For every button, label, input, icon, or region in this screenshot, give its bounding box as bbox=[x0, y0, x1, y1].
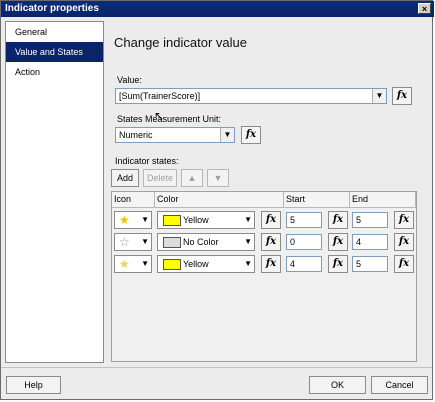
value-field-text: [Sum(TrainerScore)] bbox=[119, 91, 201, 101]
end-field[interactable]: 5 bbox=[352, 256, 388, 272]
color-swatch bbox=[163, 259, 181, 270]
table-row: ★ ▼ Yellow ▼ fx 4 fx 5 fx bbox=[112, 253, 418, 275]
add-button[interactable]: Add bbox=[111, 169, 139, 187]
color-fx-button[interactable]: fx bbox=[261, 233, 281, 251]
color-dropdown[interactable]: Yellow ▼ bbox=[157, 255, 255, 273]
unit-field-text: Numeric bbox=[119, 130, 153, 140]
star-outline-icon: ☆ bbox=[119, 235, 130, 249]
table-row: ★ ▼ Yellow ▼ fx 5 fx 5 fx bbox=[112, 209, 418, 231]
value-label: Value: bbox=[117, 75, 142, 85]
title-bar: Indicator properties × bbox=[1, 1, 434, 17]
close-button[interactable]: × bbox=[418, 3, 431, 14]
color-name: Yellow bbox=[183, 259, 209, 269]
icon-dropdown[interactable]: ☆ ▼ bbox=[114, 233, 152, 251]
start-fx-button[interactable]: fx bbox=[328, 211, 348, 229]
chevron-down-icon: ▼ bbox=[244, 237, 252, 246]
chevron-down-icon: ▼ bbox=[244, 215, 252, 224]
star-icon: ★ bbox=[119, 257, 130, 271]
ok-button[interactable]: OK bbox=[309, 376, 366, 394]
chevron-down-icon: ▼ bbox=[141, 237, 149, 246]
end-fx-button[interactable]: fx bbox=[394, 211, 414, 229]
sidebar-item-label: Action bbox=[15, 67, 41, 77]
color-name: No Color bbox=[183, 237, 219, 247]
color-dropdown[interactable]: No Color ▼ bbox=[157, 233, 255, 251]
chevron-down-icon: ▼ bbox=[141, 215, 149, 224]
value-fx-button[interactable]: fx bbox=[392, 87, 412, 105]
start-field[interactable]: 4 bbox=[286, 256, 322, 272]
unit-label: States Measurement Unit: bbox=[117, 114, 222, 124]
color-fx-button[interactable]: fx bbox=[261, 255, 281, 273]
color-swatch bbox=[163, 237, 181, 248]
states-label: Indicator states: bbox=[115, 156, 179, 166]
icon-dropdown[interactable]: ★ ▼ bbox=[114, 255, 152, 273]
help-button[interactable]: Help bbox=[6, 376, 61, 394]
chevron-down-icon[interactable]: ▼ bbox=[220, 128, 234, 142]
dialog-footer: Help OK Cancel bbox=[1, 367, 432, 400]
sidebar: General Value and States Action bbox=[5, 21, 104, 363]
close-icon: × bbox=[421, 4, 428, 14]
sidebar-item-label: Value and States bbox=[15, 47, 83, 57]
end-field[interactable]: 4 bbox=[352, 234, 388, 250]
page-title: Change indicator value bbox=[114, 35, 247, 50]
end-field[interactable]: 5 bbox=[352, 212, 388, 228]
column-header-end: End bbox=[350, 192, 416, 208]
start-field[interactable]: 0 bbox=[286, 234, 322, 250]
start-fx-button[interactable]: fx bbox=[328, 233, 348, 251]
icon-dropdown[interactable]: ★ ▼ bbox=[114, 211, 152, 229]
sidebar-item-action[interactable]: Action bbox=[6, 62, 103, 82]
mouse-cursor-icon: ↖ bbox=[154, 109, 165, 123]
start-field[interactable]: 5 bbox=[286, 212, 322, 228]
states-grid: Icon Color Start End ★ ▼ Yellow ▼ fx 5 f… bbox=[111, 191, 417, 362]
unit-fx-button[interactable]: fx bbox=[241, 126, 261, 144]
color-name: Yellow bbox=[183, 215, 209, 225]
table-row: ☆ ▼ No Color ▼ fx 0 fx 4 fx bbox=[112, 231, 418, 253]
column-header-icon: Icon bbox=[112, 192, 155, 208]
arrow-down-icon: ▼ bbox=[213, 173, 223, 183]
color-dropdown[interactable]: Yellow ▼ bbox=[157, 211, 255, 229]
end-fx-button[interactable]: fx bbox=[394, 233, 414, 251]
value-combo[interactable]: [Sum(TrainerScore)] ▼ bbox=[115, 88, 387, 104]
color-swatch bbox=[163, 215, 181, 226]
main-panel: Change indicator value Value: [Sum(Train… bbox=[107, 21, 426, 363]
sidebar-item-label: General bbox=[15, 27, 48, 37]
chevron-down-icon[interactable]: ▼ bbox=[372, 89, 386, 103]
color-fx-button[interactable]: fx bbox=[261, 211, 281, 229]
star-icon: ★ bbox=[119, 213, 130, 227]
window-title: Indicator properties bbox=[5, 3, 99, 14]
cancel-button[interactable]: Cancel bbox=[371, 376, 428, 394]
start-fx-button[interactable]: fx bbox=[328, 255, 348, 273]
dialog-window: Indicator properties × General Value and… bbox=[0, 0, 434, 400]
sidebar-item-value-and-states[interactable]: Value and States bbox=[6, 42, 103, 62]
move-down-button[interactable]: ▼ bbox=[207, 169, 229, 187]
sidebar-item-general[interactable]: General bbox=[6, 22, 103, 42]
chevron-down-icon: ▼ bbox=[141, 259, 149, 268]
column-header-start: Start bbox=[284, 192, 350, 208]
column-header-color: Color bbox=[155, 192, 284, 208]
delete-button[interactable]: Delete bbox=[143, 169, 177, 187]
chevron-down-icon: ▼ bbox=[244, 259, 252, 268]
arrow-up-icon: ▲ bbox=[187, 173, 197, 183]
unit-combo[interactable]: Numeric ▼ bbox=[115, 127, 235, 143]
end-fx-button[interactable]: fx bbox=[394, 255, 414, 273]
move-up-button[interactable]: ▲ bbox=[181, 169, 203, 187]
